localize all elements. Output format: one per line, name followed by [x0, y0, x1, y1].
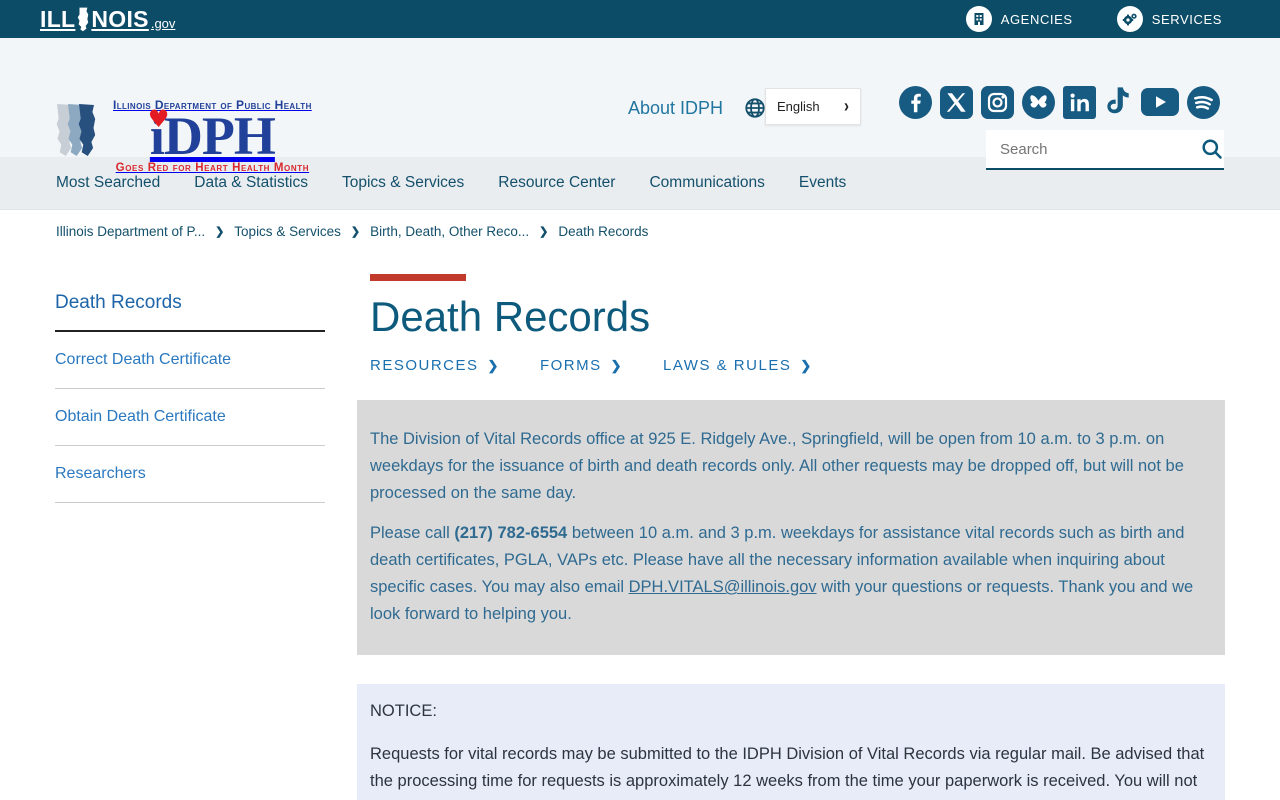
- instagram-icon[interactable]: [981, 85, 1014, 119]
- language-selected-label: English: [777, 99, 820, 114]
- illinois-gov-logo-suffix: .gov: [150, 15, 176, 31]
- search-input[interactable]: [1000, 140, 1199, 158]
- globe-icon: [745, 98, 765, 123]
- youtube-icon[interactable]: [1141, 88, 1179, 116]
- chevron-right-icon: ❯: [487, 357, 500, 373]
- tiktok-icon[interactable]: [1104, 85, 1133, 119]
- breadcrumb-birth-death-records[interactable]: Birth, Death, Other Reco...: [370, 224, 529, 239]
- linkedin-icon[interactable]: [1063, 85, 1096, 119]
- breadcrumb-current-page: Death Records: [558, 223, 649, 239]
- alert-paragraph-2: Please call (217) 782-6554 between 10 a.…: [370, 524, 1194, 623]
- notice-body: Requests for vital records may be submit…: [370, 745, 1205, 800]
- idph-logo-acronym: iDPH ♥: [147, 105, 276, 166]
- illinois-gov-logo-right: NOIS: [91, 5, 149, 32]
- alert-paragraph-1: The Division of Vital Records office at …: [370, 430, 1184, 502]
- illinois-gov-logo-left: ILL: [40, 5, 76, 32]
- sidebar: Death Records Correct Death Certificate …: [55, 274, 325, 800]
- subnav-laws-rules-link[interactable]: LAWS & RULES ❯: [663, 357, 813, 374]
- notice-heading: NOTICE:: [370, 702, 437, 720]
- chevron-right-icon: ❯: [215, 225, 225, 238]
- services-button[interactable]: SERVICES: [1116, 6, 1222, 32]
- agencies-label: AGENCIES: [1000, 11, 1073, 27]
- vitals-email-link[interactable]: DPH.VITALS@illinois.gov: [629, 578, 817, 596]
- content-area: Death Records Correct Death Certificate …: [0, 252, 1280, 800]
- chevron-right-icon: ❯: [610, 357, 624, 373]
- site-header: Illinois Department of Public Health iDP…: [0, 38, 1280, 174]
- idph-logo[interactable]: Illinois Department of Public Health iDP…: [54, 98, 312, 185]
- heart-icon: ♥: [147, 105, 169, 133]
- main-column: Death Records RESOURCES ❯ FORMS ❯ LAWS & R…: [357, 274, 1225, 800]
- about-idph-link[interactable]: About IDPH: [628, 98, 723, 119]
- page-title: Death Records: [370, 293, 651, 340]
- facebook-icon[interactable]: [899, 85, 932, 119]
- nav-item-resource-center[interactable]: Resource Center: [498, 174, 615, 192]
- illinois-state-icon: [76, 6, 90, 32]
- chevron-right-icon: ›: [844, 96, 849, 117]
- phone-number: (217) 782-6554: [454, 524, 568, 542]
- bluesky-icon[interactable]: [1022, 85, 1055, 119]
- language-selector[interactable]: English ›: [765, 88, 861, 125]
- social-links: [899, 85, 1220, 119]
- x-twitter-icon[interactable]: [940, 85, 973, 119]
- services-label: SERVICES: [1151, 11, 1222, 27]
- subnav-forms-link[interactable]: FORMS ❯: [540, 357, 623, 374]
- agencies-button[interactable]: AGENCIES: [965, 6, 1073, 32]
- vital-records-alert-box: The Division of Vital Records office at …: [357, 400, 1225, 655]
- breadcrumb: Illinois Department of P... ❯ Topics & S…: [0, 210, 1280, 252]
- search-button[interactable]: [1199, 136, 1225, 162]
- topbar-actions: AGENCIES SERVICES: [965, 6, 1222, 32]
- illinois-gov-logo[interactable]: ILL NOIS .gov: [40, 6, 175, 33]
- chevron-right-icon: ❯: [800, 357, 813, 373]
- page-subnav: RESOURCES ❯ FORMS ❯ LAWS & RULES ❯: [370, 357, 1225, 374]
- chevron-right-icon: ❯: [350, 225, 361, 238]
- accent-bar: [370, 274, 466, 281]
- subnav-resources-link[interactable]: RESOURCES ❯: [370, 357, 500, 374]
- search-box: [986, 130, 1224, 170]
- gears-icon: [1116, 6, 1143, 32]
- chevron-right-icon: ❯: [539, 225, 549, 238]
- gov-topbar: ILL NOIS .gov AGENCIES SERVICES: [0, 0, 1280, 38]
- sidebar-item-obtain-death-certificate[interactable]: Obtain Death Certificate: [55, 389, 325, 446]
- sidebar-item-death-records[interactable]: Death Records: [55, 282, 325, 332]
- breadcrumb-home[interactable]: Illinois Department of P...: [56, 224, 205, 239]
- notice-box: NOTICE: Requests for vital records may b…: [357, 684, 1225, 800]
- spotify-icon[interactable]: [1187, 85, 1220, 119]
- nav-item-events[interactable]: Events: [799, 174, 846, 192]
- nav-item-communications[interactable]: Communications: [649, 174, 764, 192]
- illinois-states-icon: [54, 98, 106, 185]
- sidebar-item-correct-death-certificate[interactable]: Correct Death Certificate: [55, 332, 325, 389]
- breadcrumb-topics-services[interactable]: Topics & Services: [234, 224, 341, 239]
- sidebar-item-researchers[interactable]: Researchers: [55, 446, 325, 503]
- nav-item-topics-services[interactable]: Topics & Services: [342, 174, 464, 192]
- building-icon: [965, 6, 992, 32]
- idph-logo-text: Illinois Department of Public Health iDP…: [113, 98, 312, 174]
